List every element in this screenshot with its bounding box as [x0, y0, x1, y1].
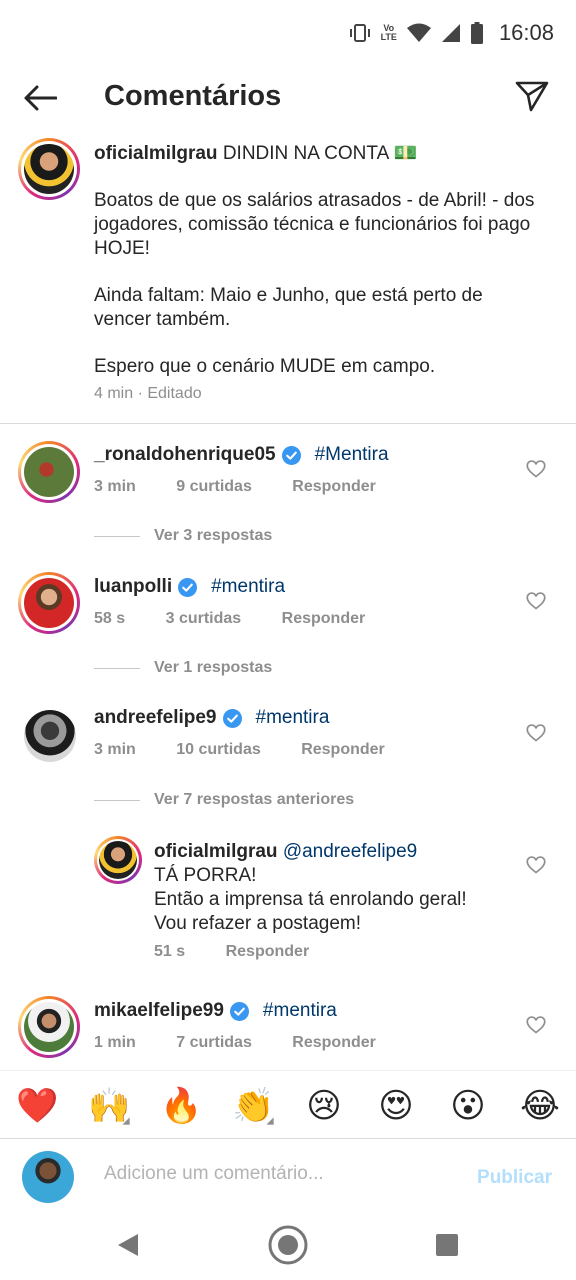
heart-icon[interactable]: [526, 459, 546, 479]
signal-icon: [441, 24, 460, 42]
reply-username[interactable]: oficialmilgrau: [154, 841, 278, 862]
heart-icon[interactable]: [526, 855, 546, 875]
status-icons: Vo LTE 16:08: [349, 18, 554, 48]
caption-first-line: DINDIN NA CONTA 💵: [222, 143, 418, 164]
current-user-avatar: [22, 1151, 74, 1203]
post-author-username[interactable]: oficialmilgrau: [94, 143, 218, 164]
comment-hashtag[interactable]: #mentira: [256, 707, 330, 729]
back-arrow-icon: [24, 85, 57, 111]
comment-avatar[interactable]: [18, 441, 80, 503]
reply-line: Vou refazer a postagem!: [154, 913, 362, 934]
emoji-quick-bar: ❤️ 🙌 🔥 👏 😢 😍 😮 😂: [0, 1070, 576, 1138]
header: Comentários: [0, 64, 576, 132]
comment-body: luanpolli #mentira: [94, 576, 285, 598]
caption-paragraph: Ainda faltam: Maio e Junho, que está per…: [94, 285, 483, 330]
send-icon: [515, 81, 549, 112]
comment-hashtag[interactable]: #Mentira: [315, 444, 389, 466]
heart-icon[interactable]: [526, 1015, 546, 1035]
publish-button[interactable]: Publicar: [477, 1167, 552, 1189]
post-caption: oficialmilgrau DINDIN NA CONTA 💵 Boatos …: [94, 142, 544, 379]
caption-paragraph: Boatos de que os salários atrasados - de…: [94, 190, 535, 259]
emoji-laughing[interactable]: 😂: [520, 1087, 560, 1125]
comment-username[interactable]: mikaelfelipe99: [94, 1000, 224, 1022]
vibrate-icon: [349, 24, 370, 42]
comment-meta: 3 min 9 curtidas Responder: [94, 478, 412, 496]
comment-avatar[interactable]: [18, 572, 80, 634]
wifi-icon: [406, 23, 431, 42]
page-title: Comentários: [104, 80, 282, 112]
post-meta: 4 min · Editado: [94, 385, 202, 402]
divider: [0, 423, 576, 424]
comment-time: 1 min: [94, 1034, 136, 1051]
comment-time: 3 min: [94, 478, 136, 495]
status-time: 16:08: [498, 20, 554, 45]
replies-line: [94, 799, 140, 801]
share-button[interactable]: [512, 76, 552, 116]
comment-likes[interactable]: 7 curtidas: [176, 1034, 252, 1051]
comment-avatar[interactable]: [18, 996, 80, 1058]
comment-meta: 58 s 3 curtidas Responder: [94, 610, 401, 628]
reply-button[interactable]: Responder: [282, 610, 366, 627]
comment-username[interactable]: _ronaldohenrique05: [94, 444, 276, 466]
emoji-raised-hands[interactable]: 🙌: [88, 1087, 130, 1125]
volte-icon: Vo LTE: [380, 23, 397, 42]
nav-recents-icon[interactable]: [436, 1234, 458, 1256]
emoji-crying[interactable]: 😢: [304, 1087, 344, 1125]
comment-meta: 3 min 10 curtidas Responder: [94, 741, 421, 759]
nav-home-icon[interactable]: [267, 1224, 309, 1266]
comment-hashtag[interactable]: #mentira: [263, 1000, 337, 1022]
reply-time: 51 s: [154, 943, 186, 960]
reply-button[interactable]: Responder: [301, 741, 385, 758]
view-replies-button[interactable]: Ver 7 respostas anteriores: [94, 791, 354, 809]
verified-badge-icon: [229, 1001, 249, 1021]
comment-likes[interactable]: 9 curtidas: [176, 478, 252, 495]
emoji-heart-eyes[interactable]: 😍: [376, 1087, 416, 1125]
verified-badge-icon: [178, 577, 198, 597]
comment-likes[interactable]: 3 curtidas: [166, 610, 242, 627]
heart-icon[interactable]: [526, 591, 546, 611]
view-replies-button[interactable]: Ver 1 respostas: [94, 659, 272, 677]
nav-back-icon[interactable]: [116, 1232, 140, 1258]
reply-button[interactable]: Responder: [292, 478, 376, 495]
heart-icon[interactable]: [526, 723, 546, 743]
emoji-clapping[interactable]: 👏: [232, 1087, 274, 1125]
view-replies-button[interactable]: Ver 3 respostas: [94, 527, 272, 545]
reply-button[interactable]: Responder: [292, 1034, 376, 1051]
comment-body: andreefelipe9 #mentira: [94, 707, 329, 729]
reply-line: Então a imprensa tá enrolando geral!: [154, 889, 467, 910]
battery-icon: [470, 22, 483, 44]
reply-button[interactable]: Responder: [226, 943, 310, 960]
comment-time: 3 min: [94, 741, 136, 758]
caption-paragraph: Espero que o cenário MUDE em campo.: [94, 356, 436, 377]
comment-username[interactable]: luanpolli: [94, 576, 172, 598]
comment-body: _ronaldohenrique05 #Mentira: [94, 444, 389, 466]
verified-badge-icon: [281, 445, 301, 465]
replies-line: [94, 667, 140, 669]
emoji-fire[interactable]: 🔥: [160, 1087, 202, 1125]
reply-body: oficialmilgrau @andreefelipe9 TÁ PORRA! …: [154, 840, 514, 936]
comment-username[interactable]: andreefelipe9: [94, 707, 217, 729]
comment-composer: Publicar: [0, 1138, 576, 1214]
comment-input[interactable]: [104, 1163, 454, 1185]
reply-mention[interactable]: @andreefelipe9: [283, 841, 417, 862]
emoji-surprised[interactable]: 😮: [448, 1087, 488, 1125]
comment-likes[interactable]: 10 curtidas: [176, 741, 260, 758]
emoji-heart[interactable]: ❤️: [16, 1087, 58, 1125]
comment-hashtag[interactable]: #mentira: [211, 576, 285, 598]
system-nav-bar: [0, 1214, 576, 1280]
reply-avatar[interactable]: [94, 836, 142, 884]
back-button[interactable]: [20, 78, 60, 118]
status-bar: Vo LTE 16:08: [0, 0, 576, 64]
comment-avatar[interactable]: [24, 710, 76, 762]
comment-meta: 1 min 7 curtidas Responder: [94, 1034, 412, 1052]
post-author-avatar[interactable]: [18, 138, 80, 200]
comment-time: 58 s: [94, 610, 126, 627]
reply-meta: 51 s Responder: [154, 943, 345, 961]
replies-line: [94, 535, 140, 537]
verified-badge-icon: [222, 708, 242, 728]
reply-line: TÁ PORRA!: [154, 865, 257, 886]
comment-body: mikaelfelipe99 #mentira: [94, 1000, 337, 1022]
